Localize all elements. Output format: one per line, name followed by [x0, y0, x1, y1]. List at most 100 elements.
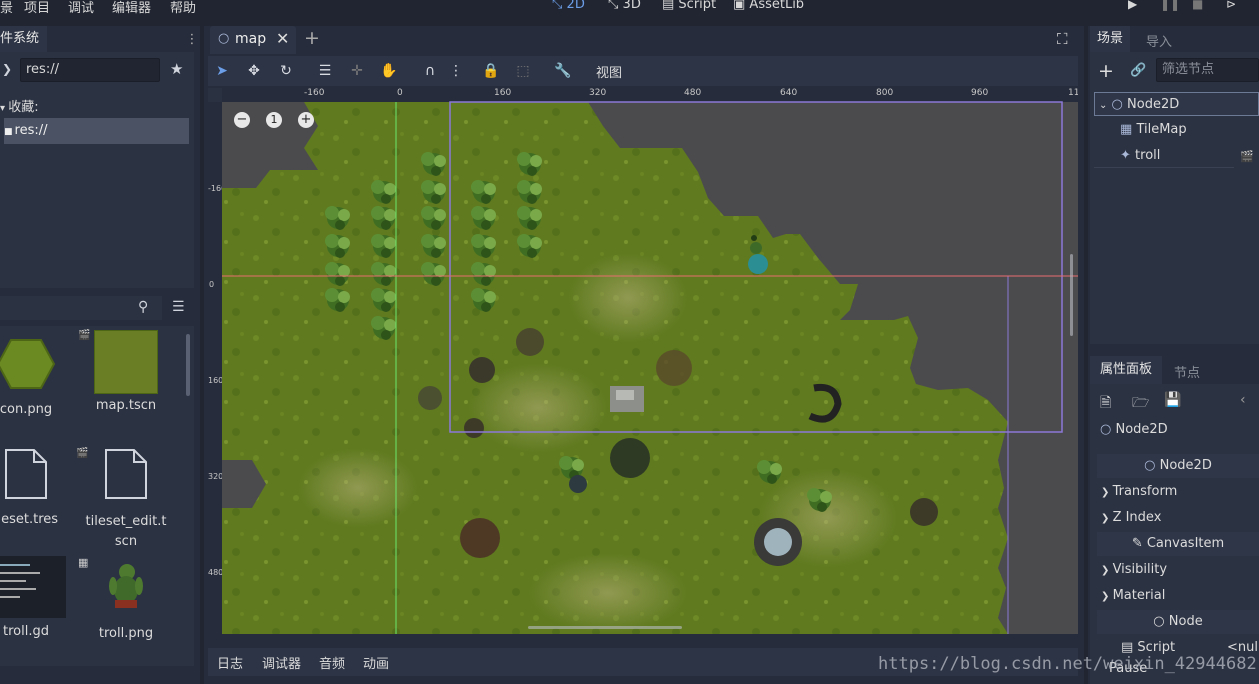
section-canvasitem: ✎ CanvasItem: [1097, 532, 1259, 556]
chevron-right-icon: ❯: [1101, 565, 1113, 576]
path-field[interactable]: res://: [20, 58, 160, 82]
tab-node[interactable]: 节点: [1174, 362, 1200, 381]
pivot-icon[interactable]: ✛: [346, 61, 368, 81]
file-item[interactable]: con.png: [0, 334, 66, 417]
group-visibility[interactable]: ❯ Visibility: [1097, 558, 1259, 582]
menu-project[interactable]: 项目: [24, 0, 50, 14]
node-icon: ○: [1153, 614, 1169, 629]
file-grid-footer: [0, 666, 194, 684]
link-icon[interactable]: 🔗: [1130, 63, 1146, 78]
menu-scene[interactable]: 景: [0, 0, 13, 14]
ruler-label: 800: [876, 88, 894, 98]
close-icon[interactable]: ✕: [276, 29, 289, 48]
mode-script-button[interactable]: ▤ Script: [662, 0, 716, 12]
scene-clapper-icon: 🎬: [76, 448, 89, 459]
menu-debug[interactable]: 调试: [68, 0, 94, 14]
history-back-icon[interactable]: ‹: [1240, 392, 1246, 408]
list-view-icon[interactable]: ☰: [172, 299, 185, 315]
file-item[interactable]: 🎬 tileset_edit.tscn: [76, 448, 168, 552]
select-mode-icon[interactable]: ➤: [211, 61, 233, 81]
bone-icon[interactable]: 🔧: [552, 61, 574, 81]
group-transform[interactable]: ❯ Transform: [1097, 480, 1259, 504]
folder-icon: ■: [4, 127, 13, 137]
node2d-icon: ○: [1144, 458, 1160, 473]
dock-menu-icon[interactable]: ⋮: [184, 32, 200, 47]
snap-options-icon[interactable]: ⋮: [445, 61, 467, 81]
star-icon[interactable]: ★: [170, 60, 183, 78]
file-name: troll.png: [98, 626, 154, 641]
watermark: https://blog.csdn.net/weixin_42944682: [878, 654, 1257, 674]
tab-debugger[interactable]: 调试器: [262, 653, 301, 672]
document-icon: [105, 449, 147, 499]
menu-help[interactable]: 帮助: [170, 0, 196, 14]
hexagon-thumbnail: [0, 339, 56, 389]
open-folder-icon[interactable]: 🗁: [1132, 392, 1149, 416]
rotate-mode-icon[interactable]: ↻: [275, 61, 297, 81]
tab-inspector[interactable]: 属性面板: [1090, 356, 1162, 384]
canvas-viewport[interactable]: -160 0 160 320 480 640 800 960 11 -160 0…: [208, 88, 1078, 634]
new-resource-icon[interactable]: 🗎: [1100, 392, 1111, 416]
chevron-right-icon: ❯: [1101, 487, 1113, 498]
tab-map[interactable]: ○ map ✕: [210, 26, 296, 54]
favorites-label: ▾ 收藏:: [0, 100, 39, 115]
script-icon: ▤: [662, 0, 679, 12]
inspected-object[interactable]: ○ Node2D: [1100, 422, 1168, 437]
zoom-reset-button[interactable]: 1: [266, 112, 282, 128]
ruler-label: -160: [208, 184, 222, 193]
mode-3d-button[interactable]: ⤡ 3D: [608, 0, 641, 12]
fullscreen-icon[interactable]: ⛶: [1057, 30, 1068, 48]
inspector-tabs: 属性面板 节点: [1090, 356, 1259, 384]
group-icon[interactable]: ⬚: [512, 61, 534, 81]
chevron-right-icon: ❯: [1101, 513, 1113, 524]
zoom-in-icon[interactable]: +: [298, 112, 314, 128]
file-item[interactable]: ▦ troll.png: [78, 556, 166, 641]
node2d-icon: ○: [1111, 97, 1123, 112]
tab-output[interactable]: 日志: [217, 653, 243, 672]
group-z-index[interactable]: ❯ Z Index: [1097, 506, 1259, 530]
save-icon[interactable]: 💾: [1164, 392, 1181, 408]
play-icon[interactable]: ▶: [1128, 0, 1137, 11]
menu-editor[interactable]: 编辑器: [112, 0, 151, 14]
tab-scene[interactable]: 场景: [1090, 26, 1130, 52]
tab-import[interactable]: 导入: [1146, 31, 1172, 50]
chevron-right-icon[interactable]: ❯: [2, 62, 12, 76]
pan-mode-icon[interactable]: ✋: [378, 61, 400, 81]
move-mode-icon[interactable]: ✥: [243, 61, 265, 81]
tree-node-troll[interactable]: ✦ troll: [1094, 144, 1234, 168]
play-scene-icon[interactable]: ⊳: [1226, 0, 1236, 11]
filter-nodes-input[interactable]: 筛选节点: [1156, 58, 1259, 82]
snap-icon[interactable]: ∩: [419, 61, 441, 81]
scene-instance-icon[interactable]: 🎬: [1240, 150, 1254, 163]
tab-animation[interactable]: 动画: [363, 653, 389, 672]
stop-icon[interactable]: ■: [1192, 0, 1203, 11]
list-select-icon[interactable]: ☰: [314, 61, 336, 81]
mode-2d-button[interactable]: ⤡ 2D: [552, 0, 585, 12]
3d-icon: ⤡: [608, 0, 623, 12]
file-item[interactable]: ileset.tres: [0, 448, 66, 527]
lock-icon[interactable]: 🔒: [480, 61, 502, 81]
node2d-icon: ○: [218, 31, 230, 46]
tab-filesystem[interactable]: 件系统: [0, 26, 48, 52]
file-item[interactable]: troll.gd: [0, 556, 66, 639]
tab-label: map: [235, 31, 267, 47]
file-grid-scrollbar[interactable]: [186, 334, 190, 396]
tab-audio[interactable]: 音频: [319, 653, 345, 672]
ruler-label: 160: [208, 376, 222, 385]
file-item[interactable]: 🎬 map.tscn: [78, 330, 166, 413]
folder-caret-icon: ▾: [0, 103, 9, 114]
mode-assetlib-button[interactable]: ▣ AssetLib: [733, 0, 804, 12]
search-icon[interactable]: ⚲: [138, 299, 148, 315]
view-menu-button[interactable]: 视图: [596, 62, 622, 81]
add-tab-icon[interactable]: +: [304, 27, 320, 49]
favorite-item-res[interactable]: ■ res://: [4, 118, 189, 144]
tree-node-node2d[interactable]: ⌄ ○ Node2D: [1094, 92, 1259, 116]
2d-icon: ⤡: [552, 0, 567, 12]
group-material[interactable]: ❯ Material: [1097, 584, 1259, 608]
tree-node-tilemap[interactable]: ▦ TileMap: [1094, 118, 1259, 142]
scene-dock-tabs: 场景 导入: [1090, 26, 1259, 52]
file-name: map.tscn: [95, 398, 157, 413]
zoom-out-icon[interactable]: −: [234, 112, 250, 128]
section-node2d: ○ Node2D: [1097, 454, 1259, 478]
add-node-icon[interactable]: +: [1098, 60, 1114, 82]
pause-icon[interactable]: ❚❚: [1160, 0, 1180, 11]
